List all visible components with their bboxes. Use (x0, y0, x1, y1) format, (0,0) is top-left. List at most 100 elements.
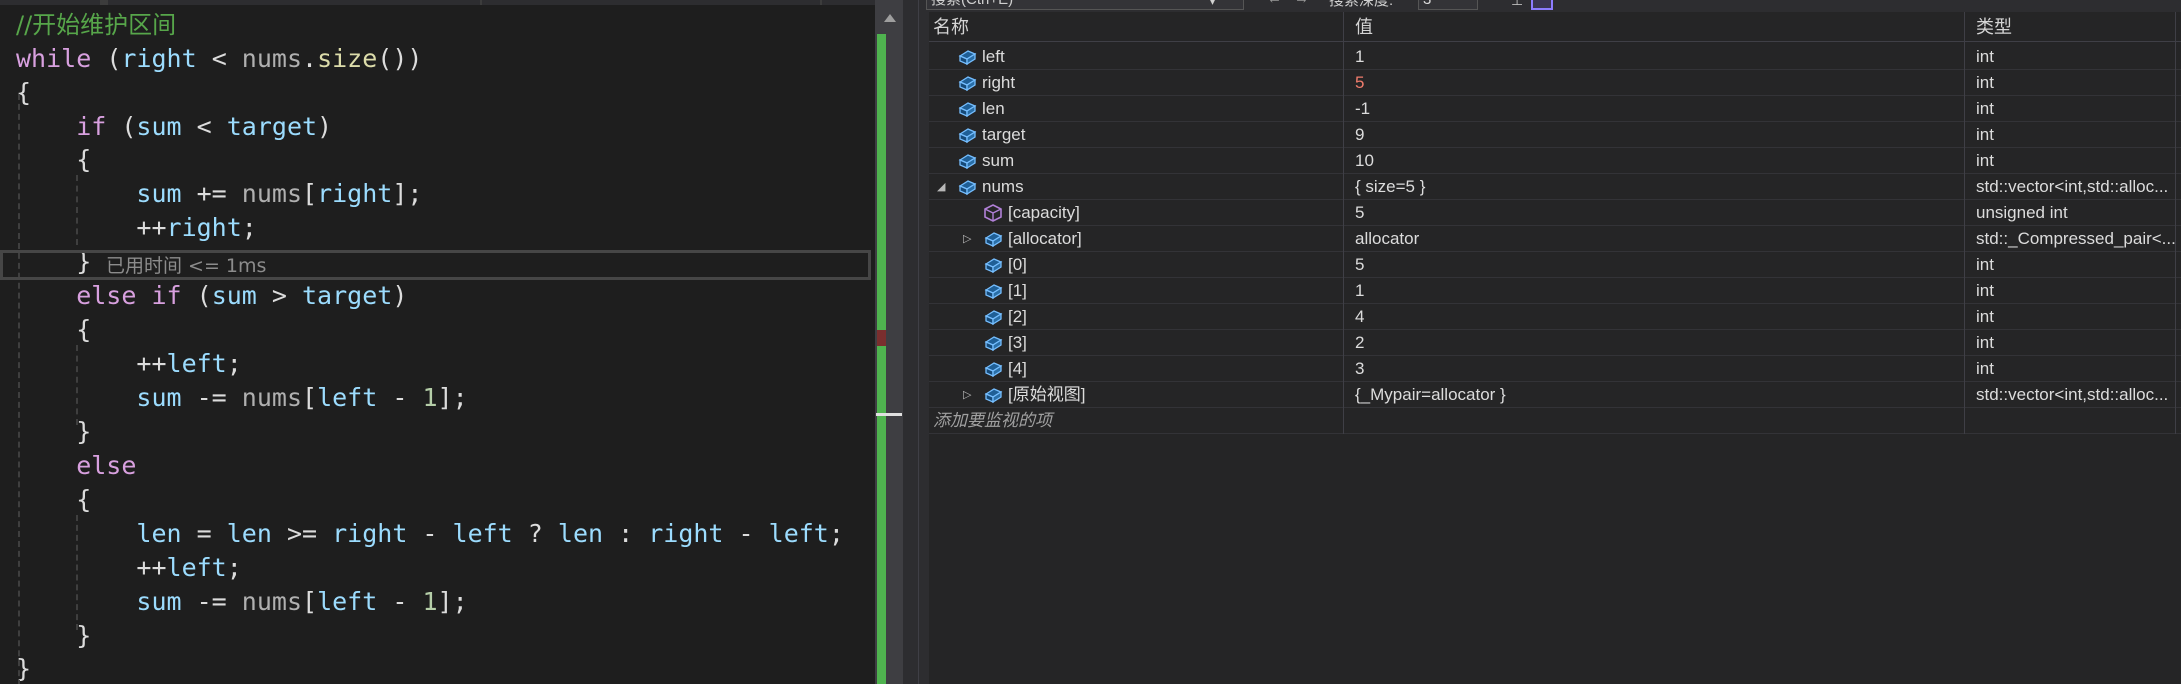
add-watch-row[interactable]: 添加要监视的项 (929, 408, 2181, 434)
code-token: > (256, 281, 302, 310)
watch-name: nums (982, 177, 1024, 196)
code-line: ++right; (16, 211, 256, 245)
editor-navigation-bar (0, 0, 875, 5)
code-token: len (16, 519, 182, 548)
code-token: ( (91, 44, 122, 73)
code-token: += (181, 179, 242, 208)
search-dropdown-icon[interactable]: ▾ (1209, 0, 1216, 9)
watch-value[interactable]: 4 (1351, 304, 1961, 330)
watch-row[interactable]: [0] 5 int (929, 252, 2181, 278)
watch-row[interactable]: ◢ nums { size=5 } std::vector<int,std::allo… (929, 174, 2181, 200)
watch-row[interactable]: [capacity] 5 unsigned int (929, 200, 2181, 226)
watch-row[interactable]: left 1 int (929, 44, 2181, 70)
code-token: target (302, 281, 393, 310)
watch-value[interactable]: {_Mypair=allocator } (1351, 382, 1961, 408)
pane-splitter[interactable] (903, 0, 919, 684)
column-separator[interactable] (2175, 12, 2176, 434)
watch-name-cell[interactable]: [4] (929, 356, 1341, 382)
expand-arrow-icon[interactable]: ▷ (963, 382, 971, 408)
code-token: } (16, 621, 92, 650)
code-token: = (181, 519, 227, 548)
watch-name-cell[interactable]: ◢ nums (929, 174, 1341, 200)
add-watch-item-input[interactable]: 添加要监视的项 (929, 408, 1341, 434)
watch-name: [allocator] (1008, 229, 1082, 248)
watch-type: std::_Compressed_pair<... (1976, 229, 2176, 248)
watch-row[interactable]: ▷ [allocator] allocator std::_Compressed_pa… (929, 226, 2181, 252)
watch-value[interactable]: 2 (1351, 330, 1961, 356)
search-depth-input[interactable]: 3 (1418, 0, 1478, 10)
watch-value[interactable]: -1 (1351, 96, 1961, 122)
field-icon (958, 128, 977, 144)
scroll-position-marker (876, 413, 902, 416)
watch-value[interactable]: 5 (1351, 200, 1961, 226)
watch-value[interactable]: 3 (1351, 356, 1961, 382)
watch-value[interactable]: allocator (1351, 226, 1961, 252)
watch-name-cell[interactable]: [1] (929, 278, 1341, 304)
field-icon (958, 102, 977, 118)
code-token: sum (16, 587, 182, 616)
watch-value[interactable]: 5 (1351, 70, 1961, 96)
watch-value[interactable]: 10 (1351, 148, 1961, 174)
watch-name-cell[interactable]: right (929, 70, 1341, 96)
watch-name-cell[interactable]: left (929, 44, 1341, 70)
watch-name-cell[interactable]: [2] (929, 304, 1341, 330)
code-token: ]; (437, 587, 468, 616)
pin-icon[interactable]: ⊥ (1511, 0, 1523, 9)
expand-arrow-icon[interactable]: ▷ (963, 226, 971, 252)
watch-name: right (982, 73, 1016, 92)
watch-value[interactable]: 9 (1351, 122, 1961, 148)
code-token: < (181, 112, 227, 141)
watch-row[interactable]: [3] 2 int (929, 330, 2181, 356)
field-icon (984, 310, 1003, 326)
watch-value[interactable]: 1 (1351, 278, 1961, 304)
watch-row[interactable]: sum 10 int (929, 148, 2181, 174)
watch-row[interactable]: [2] 4 int (929, 304, 2181, 330)
watch-value[interactable]: { size=5 } (1351, 174, 1961, 200)
watch-toolbar: 搜索(Ctrl+E) ▾ ← → 搜索深度: 3 ⊥ (919, 0, 2181, 12)
perf-tip[interactable]: 已用时间 <= 1ms (106, 252, 266, 280)
watch-name-cell[interactable]: ▷ [allocator] (929, 226, 1341, 252)
search-next-icon[interactable]: → (1294, 0, 1309, 7)
column-separator[interactable] (1964, 12, 1965, 434)
watch-value[interactable]: 1 (1351, 44, 1961, 70)
code-token: { (16, 145, 92, 174)
code-editor[interactable]: //开始维护区间 while (right < nums.size()){ if … (0, 0, 875, 684)
watch-value[interactable]: 5 (1351, 252, 1961, 278)
watch-name-cell[interactable]: [0] (929, 252, 1341, 278)
indent-guide (18, 94, 20, 684)
column-separator[interactable] (1343, 12, 1344, 434)
watch-type: int (1976, 281, 1994, 300)
column-header-name[interactable]: 名称 (929, 12, 1341, 42)
watch-row[interactable]: [1] 1 int (929, 278, 2181, 304)
code-token: nums (241, 179, 303, 208)
watch-row[interactable]: len -1 int (929, 96, 2181, 122)
watch-row[interactable]: [4] 3 int (929, 356, 2181, 382)
column-header-value[interactable]: 值 (1351, 12, 1961, 42)
watch-name-cell[interactable]: [capacity] (929, 200, 1341, 226)
code-token: left (166, 553, 227, 582)
watch-name: [3] (1008, 333, 1027, 352)
watch-name: [0] (1008, 255, 1027, 274)
code-token: target (226, 112, 318, 141)
search-input[interactable]: 搜索(Ctrl+E) (926, 0, 1244, 10)
column-header-type[interactable]: 类型 (1972, 12, 2178, 42)
view-toggle-button[interactable] (1531, 0, 1553, 10)
watch-row[interactable]: right 5 int (929, 70, 2181, 96)
watch-name-cell[interactable]: ▷ [原始视图] (929, 382, 1341, 408)
code-token: sum (136, 112, 182, 141)
watch-row[interactable]: ▷ [原始视图] {_Mypair=allocator } std::vector<i… (929, 382, 2181, 408)
scroll-up-arrow-icon[interactable] (884, 14, 896, 22)
watch-name-cell[interactable]: target (929, 122, 1341, 148)
field-icon (984, 336, 1003, 352)
search-previous-icon[interactable]: ← (1267, 0, 1282, 7)
collapse-arrow-icon[interactable]: ◢ (937, 174, 945, 200)
watch-name-cell[interactable]: len (929, 96, 1341, 122)
watch-name-cell[interactable]: sum (929, 148, 1341, 174)
watch-name: target (982, 125, 1026, 144)
watch-type: int (1976, 359, 1994, 378)
watch-name: [2] (1008, 307, 1027, 326)
code-token: left (317, 587, 378, 616)
code-token: - (407, 519, 453, 548)
watch-name-cell[interactable]: [3] (929, 330, 1341, 356)
watch-row[interactable]: target 9 int (929, 122, 2181, 148)
